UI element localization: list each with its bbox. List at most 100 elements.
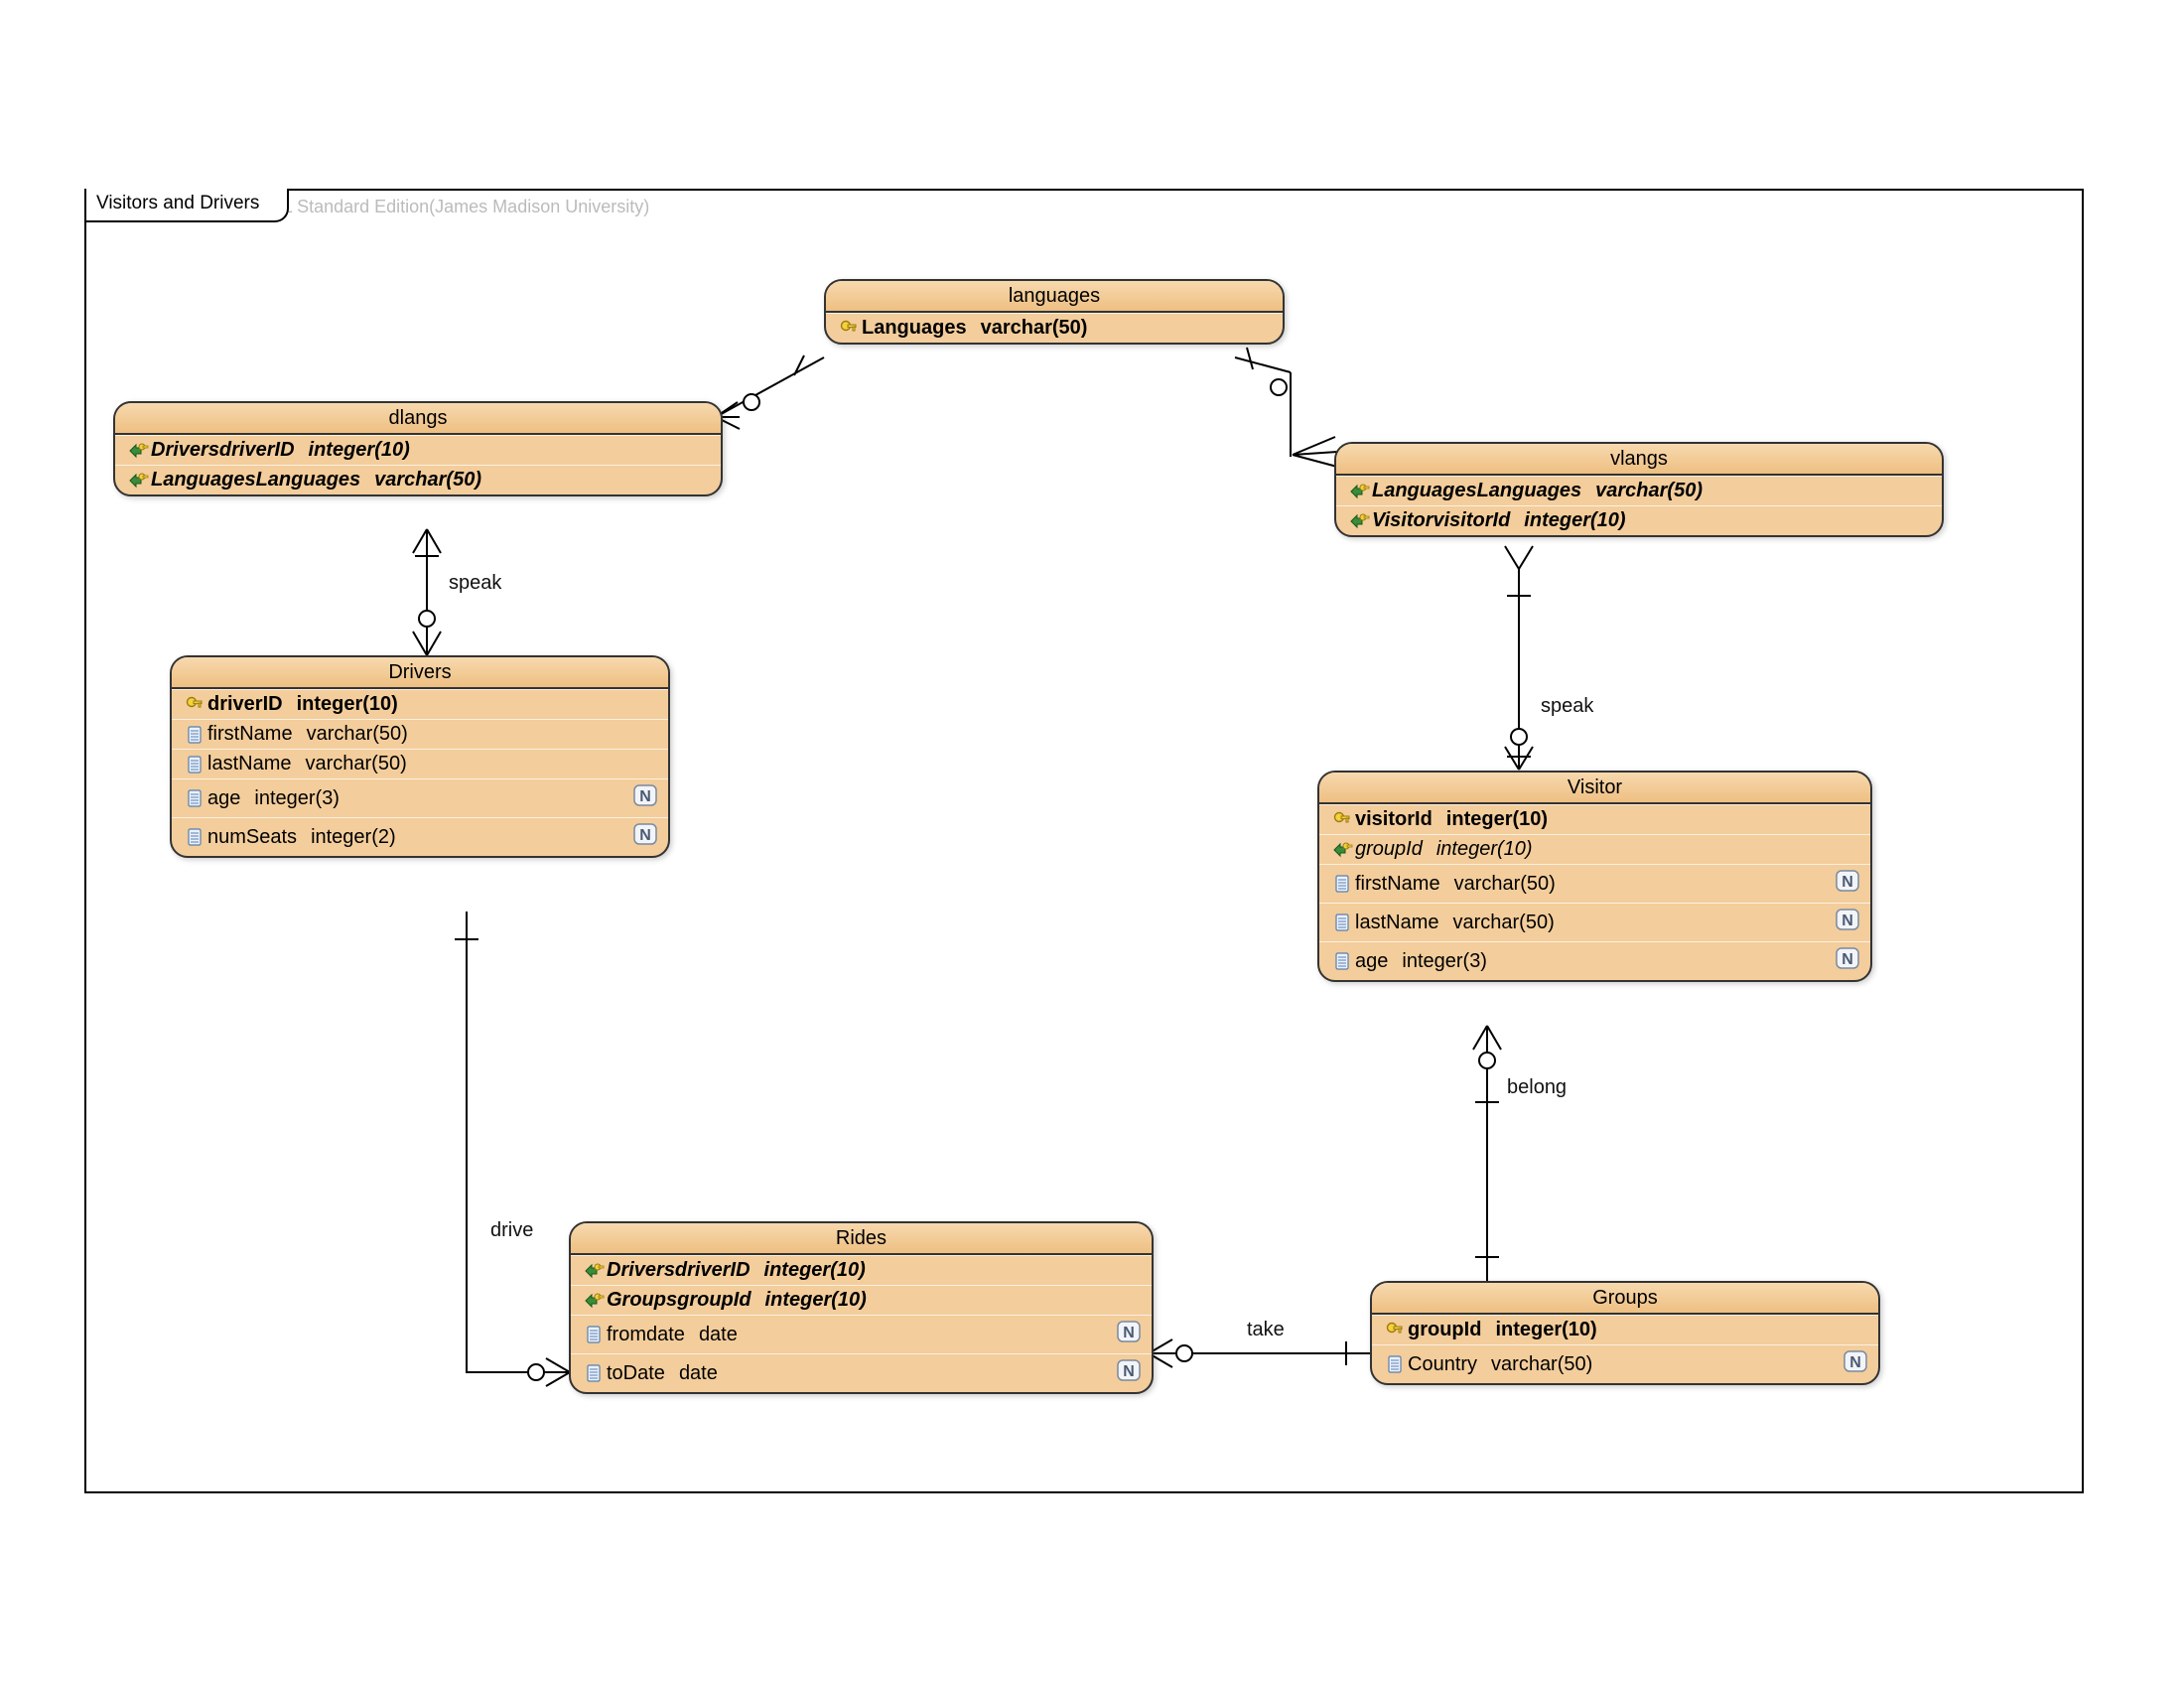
column-type: integer(3) [254, 787, 632, 810]
label-take: take [1247, 1319, 1285, 1341]
diagram-stage: Visual Paradigm for UML Standard Edition… [0, 0, 2184, 1688]
column-type: varchar(50) [305, 753, 658, 775]
nullable-n-icon: N [1116, 1319, 1142, 1350]
entity-title: languages [826, 281, 1283, 313]
column-type: date [679, 1362, 1116, 1385]
column-icon [1329, 912, 1355, 933]
column-type: varchar(50) [1454, 873, 1835, 896]
column-name: VisitorvisitorId [1372, 509, 1524, 532]
column-type: integer(10) [309, 439, 711, 462]
column-row: groupId integer(10) [1319, 834, 1870, 864]
column-icon [1329, 950, 1355, 972]
column-row: DriversdriverID integer(10) [571, 1255, 1152, 1285]
nullable-n-icon: N [1835, 945, 1860, 977]
column-name: fromdate [607, 1324, 699, 1346]
column-type: integer(10) [764, 1259, 1142, 1282]
entity-visitor[interactable]: Visitor visitorId integer(10) groupId in… [1317, 771, 1872, 982]
column-row: age integer(3) N [1319, 941, 1870, 980]
column-icon [581, 1324, 607, 1345]
column-type: varchar(50) [307, 723, 658, 746]
entity-dlangs[interactable]: dlangs DriversdriverID integer(10) Langu… [113, 401, 723, 496]
column-name: groupId [1408, 1319, 1495, 1341]
column-row: toDate date N [571, 1353, 1152, 1392]
entity-vlangs[interactable]: vlangs LanguagesLanguages varchar(50) Vi… [1334, 442, 1944, 537]
entity-drivers[interactable]: Drivers driverID integer(10) firstName v… [170, 655, 670, 858]
primary-key-icon [182, 694, 207, 716]
column-name: Languages [862, 317, 981, 340]
column-icon [182, 724, 207, 746]
column-name: firstName [1355, 873, 1454, 896]
svg-text:N: N [1842, 913, 1853, 929]
label-drive: drive [490, 1219, 533, 1242]
column-name: LanguagesLanguages [1372, 480, 1595, 502]
column-row: VisitorvisitorId integer(10) [1336, 505, 1942, 535]
column-row: numSeats integer(2) N [172, 817, 668, 856]
column-row: age integer(3) N [172, 778, 668, 817]
column-type: integer(10) [1436, 838, 1860, 861]
column-name: DriversdriverID [607, 1259, 764, 1282]
column-name: age [207, 787, 254, 810]
column-name: driverID [207, 693, 297, 716]
entity-title: dlangs [115, 403, 721, 435]
svg-text:N: N [1849, 1354, 1861, 1371]
entity-languages[interactable]: languages Languages varchar(50) [824, 279, 1285, 345]
column-row: Languages varchar(50) [826, 313, 1283, 343]
column-name: lastName [207, 753, 305, 775]
column-type: varchar(50) [1491, 1353, 1843, 1376]
column-name: age [1355, 950, 1402, 973]
nullable-n-icon: N [1835, 868, 1860, 900]
column-name: Country [1408, 1353, 1491, 1376]
column-row: GroupsgroupId integer(10) [571, 1285, 1152, 1315]
column-row: LanguagesLanguages varchar(50) [1336, 476, 1942, 505]
column-type: integer(10) [1495, 1319, 1868, 1341]
foreign-key-icon [125, 470, 151, 492]
nullable-n-icon: N [632, 821, 658, 853]
column-type: varchar(50) [981, 317, 1273, 340]
label-belong: belong [1507, 1076, 1567, 1099]
svg-text:N: N [1123, 1325, 1135, 1341]
column-type: integer(10) [1524, 509, 1932, 532]
entity-title: Visitor [1319, 773, 1870, 804]
column-type: date [699, 1324, 1116, 1346]
column-name: lastName [1355, 912, 1452, 934]
column-row: lastName varchar(50) N [1319, 903, 1870, 941]
column-type: integer(2) [311, 826, 632, 849]
column-icon [581, 1362, 607, 1384]
column-row: lastName varchar(50) [172, 749, 668, 778]
foreign-key-icon [1346, 481, 1372, 502]
column-name: GroupsgroupId [607, 1289, 765, 1312]
column-name: LanguagesLanguages [151, 469, 374, 492]
column-row: firstName varchar(50) N [1319, 864, 1870, 903]
column-name: groupId [1355, 838, 1436, 861]
column-icon [182, 787, 207, 809]
entity-rides[interactable]: Rides DriversdriverID integer(10) Groups… [569, 1221, 1154, 1394]
foreign-key-icon [581, 1290, 607, 1312]
svg-text:N: N [1842, 874, 1853, 891]
column-row: groupId integer(10) [1372, 1315, 1878, 1344]
nullable-n-icon: N [1835, 907, 1860, 938]
column-icon [182, 826, 207, 848]
column-type: varchar(50) [1452, 912, 1835, 934]
primary-key-icon [1382, 1320, 1408, 1341]
column-name: visitorId [1355, 808, 1446, 831]
column-icon [1329, 873, 1355, 895]
entity-title: Groups [1372, 1283, 1878, 1315]
foreign-key-icon [1346, 510, 1372, 532]
column-row: LanguagesLanguages varchar(50) [115, 465, 721, 494]
column-type: integer(10) [1446, 808, 1860, 831]
column-row: fromdate date N [571, 1315, 1152, 1353]
column-name: toDate [607, 1362, 679, 1385]
column-type: varchar(50) [374, 469, 711, 492]
entity-title: Drivers [172, 657, 668, 689]
column-icon [1382, 1353, 1408, 1375]
entity-groups[interactable]: Groups groupId integer(10) Country varch… [1370, 1281, 1880, 1385]
label-speak-visitor: speak [1541, 695, 1593, 718]
primary-key-icon [1329, 809, 1355, 831]
column-row: Country varchar(50) N [1372, 1344, 1878, 1383]
column-type: varchar(50) [1595, 480, 1932, 502]
svg-text:N: N [639, 827, 651, 844]
nullable-n-icon: N [1116, 1357, 1142, 1389]
column-type: integer(10) [765, 1289, 1142, 1312]
svg-text:N: N [1123, 1363, 1135, 1380]
primary-key-icon [836, 318, 862, 340]
